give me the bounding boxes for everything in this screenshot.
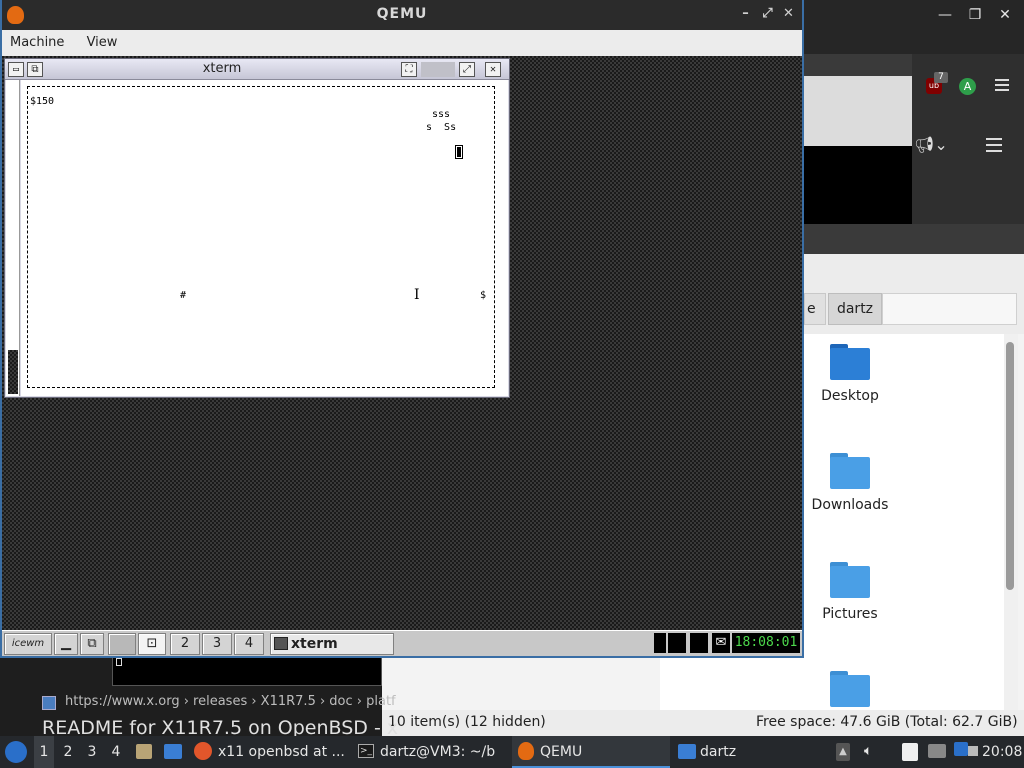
tray-arrow-icon[interactable]: ▲ [836, 743, 850, 761]
guest-workspace-2[interactable]: 2 [170, 633, 200, 655]
ublock-badge: 7 [934, 72, 948, 83]
xterm-fullscreen-button[interactable]: ⛶ [401, 62, 417, 77]
app-menu-icon[interactable] [986, 138, 1002, 152]
browser-menu-icon[interactable] [995, 79, 1009, 91]
start-menu-icon[interactable] [5, 741, 27, 763]
mail-icon[interactable]: ✉ [712, 633, 730, 653]
guest-task-label: xterm [291, 636, 338, 652]
host-workspace-3[interactable]: 3 [84, 736, 100, 768]
host-minimize-button[interactable]: — [930, 0, 960, 30]
xterm-text-dollar: $ [480, 290, 487, 301]
task-qemu[interactable]: QEMU [540, 736, 582, 768]
xterm-titlebar[interactable]: ▭ ⧉ xterm ⛶ ⤢ ✕ [5, 59, 509, 80]
guest-task-xterm[interactable]: xterm [270, 633, 394, 655]
guest-show-desktop-button[interactable]: ▁ [54, 633, 78, 655]
host-workspace-1[interactable]: 1 [34, 736, 54, 768]
terminal-task-icon: >_ [358, 744, 374, 758]
net-monitor [668, 633, 686, 653]
folder-label-desktop[interactable]: Desktop [790, 388, 910, 404]
guest-clock: 18:08:01 [732, 633, 800, 653]
xterm-scrollbar[interactable] [6, 80, 20, 396]
host-workspace-2[interactable]: 2 [60, 736, 76, 768]
download-folder-icon[interactable] [830, 453, 870, 489]
mem-monitor [690, 633, 708, 653]
status-free-space: Free space: 47.6 GiB (Total: 62.7 GiB) [756, 714, 1018, 730]
guest-workspace-4[interactable]: 4 [234, 633, 264, 655]
xterm-text-ss: s Ss [426, 122, 457, 133]
guest-workspace-active[interactable]: ⊡ [138, 633, 166, 655]
search-result-url[interactable]: https://www.x.org › releases › X11R7.5 ›… [65, 694, 396, 709]
terminal-cursor [116, 658, 122, 666]
host-restore-button[interactable]: ❐ [960, 0, 990, 30]
qemu-task-icon [518, 742, 534, 760]
folder-icon[interactable] [830, 344, 870, 380]
terminal-window [112, 656, 382, 686]
task-browser[interactable]: x11 openbsd at ... [218, 736, 345, 768]
xterm-scrollbar-thumb[interactable] [8, 350, 18, 394]
display-icon[interactable] [968, 746, 978, 756]
qemu-close-button[interactable]: ✕ [781, 6, 797, 21]
path-segment-parent[interactable]: e [804, 293, 826, 325]
xterm-text-sss: sss [432, 109, 451, 120]
xterm-task-icon [274, 637, 288, 650]
browser-content-area [804, 146, 912, 224]
path-segment-current[interactable]: dartz [828, 293, 882, 325]
host-clock: 20:08 [982, 744, 1023, 760]
menu-machine[interactable]: Machine [0, 30, 64, 56]
path-bar-empty [882, 293, 1017, 325]
browser-window-strip [804, 54, 912, 76]
clipboard-icon[interactable] [902, 743, 918, 761]
xterm-text-prompt: $150 [30, 96, 55, 107]
status-item-count: 10 item(s) (12 hidden) [388, 714, 546, 730]
account-avatar[interactable]: A [959, 78, 976, 95]
qemu-minimize-button[interactable]: – [738, 6, 754, 21]
qemu-window-title: QEMU [376, 6, 428, 22]
xterm-cursor [455, 145, 463, 159]
xterm-text-hash: # [180, 290, 187, 301]
guest-workspace-3[interactable]: 3 [202, 633, 232, 655]
xterm-maximize-button[interactable]: ⤢ [459, 62, 475, 77]
xterm-close-button[interactable]: ✕ [485, 62, 501, 77]
site-favicon [42, 696, 56, 710]
host-workspace-4[interactable]: 4 [108, 736, 124, 768]
network-icon[interactable] [928, 744, 946, 758]
folder-label-pictures[interactable]: Pictures [790, 606, 910, 622]
desktop-launcher-icon[interactable] [164, 744, 182, 759]
cpu-monitor [654, 633, 666, 653]
pictures-folder-icon[interactable] [830, 562, 870, 598]
guest-window-list-button[interactable]: ⧉ [80, 633, 104, 655]
xterm-title-filler [421, 62, 455, 77]
folder-task-icon [678, 744, 696, 759]
file-manager-titlebar [804, 224, 1024, 254]
qemu-maximize-button[interactable]: ⤢ [760, 6, 776, 21]
task-terminal[interactable]: dartz@VM3: ~/b [380, 736, 495, 768]
text-cursor-icon: I [414, 287, 420, 303]
scrollbar-thumb[interactable] [1006, 342, 1014, 590]
qemu-titlebar: QEMU – ⤢ ✕ [0, 0, 804, 30]
file-manager-left-pane [382, 656, 660, 710]
bluetooth-icon[interactable] [954, 742, 968, 756]
host-close-button[interactable]: ✕ [990, 0, 1020, 30]
megaphone-icon[interactable]: 📢︎⌄ [914, 136, 954, 154]
browser-toolbar-area [804, 76, 912, 146]
xterm-title: xterm [202, 61, 242, 76]
task-file-manager[interactable]: dartz [700, 736, 736, 768]
folder-icon[interactable] [830, 671, 870, 707]
guest-workspace-1[interactable] [108, 633, 136, 655]
guest-start-button[interactable]: icewm [4, 633, 52, 655]
firefox-icon [194, 742, 212, 760]
task-qemu-active-bg [512, 736, 670, 768]
menu-view[interactable]: View [69, 30, 118, 56]
folder-label-downloads[interactable]: Downloads [790, 497, 910, 513]
qemu-menubar: Machine View [0, 30, 804, 56]
file-manager-launcher-icon[interactable] [136, 744, 152, 759]
file-view-left [660, 656, 804, 710]
volume-icon[interactable]: 🔈︎ [864, 741, 882, 761]
